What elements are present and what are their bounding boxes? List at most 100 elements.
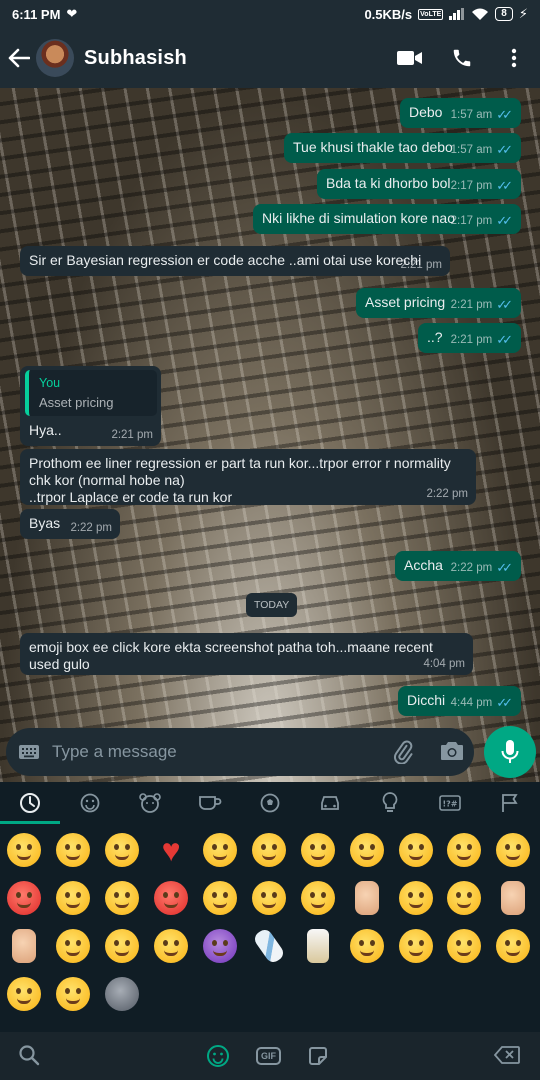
- emoji-new-moon-face[interactable]: [98, 970, 147, 1018]
- emoji-kissing-heart[interactable]: [98, 826, 147, 874]
- yum-icon: [447, 881, 482, 915]
- tab-animals[interactable]: [120, 782, 180, 824]
- contact-name[interactable]: Subhasish: [84, 47, 187, 70]
- middle-finger-icon: [501, 881, 526, 915]
- message-bubble[interactable]: Sir er Bayesian regression er code acche…: [20, 246, 450, 276]
- message-meta: 1:57 am ✓✓: [451, 142, 513, 158]
- mic-button[interactable]: [484, 726, 536, 778]
- message-time: 2:21 pm: [111, 429, 153, 441]
- emoji-heart-eyes[interactable]: [196, 826, 245, 874]
- message-bubble[interactable]: Byas 2:22 pm: [20, 509, 120, 539]
- tab-symbols[interactable]: !?#: [420, 782, 480, 824]
- sticker-icon[interactable]: [307, 1045, 329, 1067]
- emoji-anxious-sweat[interactable]: [293, 874, 342, 922]
- message-time: 2:22 pm: [426, 488, 468, 500]
- avatar[interactable]: [36, 39, 74, 77]
- emoji-pouting[interactable]: [147, 874, 196, 922]
- chat-area[interactable]: Debo 1:57 am ✓✓ Tue khusi thakle tao debo…: [0, 88, 540, 782]
- emoji-rolling-eyes[interactable]: [49, 874, 98, 922]
- emoji-pleading[interactable]: [391, 922, 440, 970]
- quoted-text: Asset pricing: [39, 395, 114, 410]
- emoji-loudly-crying[interactable]: [391, 826, 440, 874]
- message-input[interactable]: [52, 742, 372, 762]
- emoji-folded-hands[interactable]: [0, 922, 49, 970]
- symbols-icon: !?#: [439, 795, 461, 811]
- emoji-unamused[interactable]: [244, 826, 293, 874]
- emoji-sweat-smile[interactable]: [98, 922, 147, 970]
- gif-button[interactable]: GIF: [256, 1047, 281, 1065]
- keyboard-button[interactable]: [6, 728, 52, 776]
- message-bubble[interactable]: Accha 2:22 pm ✓✓: [395, 551, 521, 581]
- emoji-smiling-blush[interactable]: [98, 874, 147, 922]
- message-bubble[interactable]: Asset pricing 2:21 pm ✓✓: [356, 288, 521, 318]
- emoji-smirk[interactable]: [49, 970, 98, 1018]
- message-meta: 2:22 pm ✓✓: [451, 560, 513, 576]
- camera-icon[interactable]: [440, 740, 464, 762]
- tab-objects[interactable]: [360, 782, 420, 824]
- message-bubble[interactable]: Nki likhe di simulation kore nao 2:17 pm…: [253, 204, 521, 234]
- emoji-grid: ♥: [0, 826, 540, 1018]
- crying-icon: [447, 833, 482, 867]
- tab-food[interactable]: [180, 782, 240, 824]
- more-options-button[interactable]: [488, 28, 540, 88]
- backspace-icon[interactable]: [494, 1046, 520, 1064]
- voice-call-icon: [453, 49, 471, 67]
- emoji-red-heart[interactable]: ♥: [147, 826, 196, 874]
- emoji-grinning[interactable]: [49, 826, 98, 874]
- emoji-icon[interactable]: [206, 1044, 230, 1068]
- message-bubble[interactable]: Prothom ee liner regression er part ta r…: [20, 449, 476, 505]
- battery-icon: 8: [495, 7, 513, 21]
- message-bubble[interactable]: Bda ta ki dhorbo bol 2:17 pm ✓✓: [317, 169, 521, 199]
- emoji-screaming[interactable]: [196, 874, 245, 922]
- thinking-icon: [300, 833, 335, 867]
- message-bubble[interactable]: Tue khusi thakle tao debo 1:57 am ✓✓: [284, 133, 521, 163]
- emoji-star-struck[interactable]: [489, 922, 538, 970]
- message-bubble[interactable]: ..? 2:21 pm ✓✓: [418, 323, 521, 353]
- charging-icon: ⚡: [518, 6, 528, 21]
- emoji-sunglasses[interactable]: [342, 826, 391, 874]
- emoji-middle-finger[interactable]: [489, 874, 538, 922]
- back-button[interactable]: [2, 28, 36, 88]
- tab-flags[interactable]: [480, 782, 540, 824]
- voice-call-button[interactable]: [436, 28, 488, 88]
- emoji-baby-bottle[interactable]: [244, 922, 293, 970]
- message-bubble[interactable]: emoji box ee click kore ekta screenshot …: [20, 633, 473, 675]
- tab-activity[interactable]: [240, 782, 300, 824]
- red-heart-icon: ♥: [161, 832, 181, 868]
- emoji-crying[interactable]: [440, 826, 489, 874]
- emoji-angry[interactable]: [0, 874, 49, 922]
- emoji-facepalm[interactable]: [342, 874, 391, 922]
- emoji-rolling-laughing[interactable]: [0, 826, 49, 874]
- read-tick-icon: ✓✓: [496, 178, 513, 193]
- emoji-laughing[interactable]: [391, 874, 440, 922]
- emoji-hand-over-mouth[interactable]: [147, 922, 196, 970]
- emoji-flushed[interactable]: [489, 826, 538, 874]
- emoji-panel: !?# ♥: [0, 782, 540, 1032]
- emoji-disappointed[interactable]: [0, 970, 49, 1018]
- message-bubble[interactable]: Debo 1:57 am ✓✓: [400, 98, 521, 128]
- message-bubble-reply[interactable]: You Asset pricing Hya.. 2:21 pm: [20, 366, 161, 446]
- emoji-smiling-imp[interactable]: [196, 922, 245, 970]
- emoji-yum[interactable]: [440, 874, 489, 922]
- emoji-relaxed[interactable]: [440, 922, 489, 970]
- message-bubble[interactable]: Dicchi 4:44 pm ✓✓: [398, 686, 521, 716]
- quoted-message[interactable]: You Asset pricing: [25, 370, 157, 416]
- baby-bottle-icon: [251, 926, 287, 966]
- message-meta: 4:44 pm ✓✓: [451, 695, 513, 711]
- message-text: emoji box ee click kore ekta screenshot …: [29, 639, 433, 672]
- emoji-joy[interactable]: [244, 874, 293, 922]
- emoji-thinking[interactable]: [293, 826, 342, 874]
- tab-travel[interactable]: [300, 782, 360, 824]
- emoji-cold-face[interactable]: [342, 922, 391, 970]
- emoji-clinking-glasses[interactable]: [293, 922, 342, 970]
- lightbulb-icon: [382, 792, 398, 812]
- tab-recent[interactable]: [0, 782, 60, 824]
- screaming-icon: [203, 881, 237, 915]
- attach-icon[interactable]: [391, 740, 415, 764]
- message-time: 4:04 pm: [423, 658, 465, 670]
- search-icon[interactable]: [18, 1044, 40, 1066]
- video-call-button[interactable]: [384, 28, 436, 88]
- flag-icon: [502, 794, 518, 812]
- tab-smileys[interactable]: [60, 782, 120, 824]
- emoji-expressionless[interactable]: [49, 922, 98, 970]
